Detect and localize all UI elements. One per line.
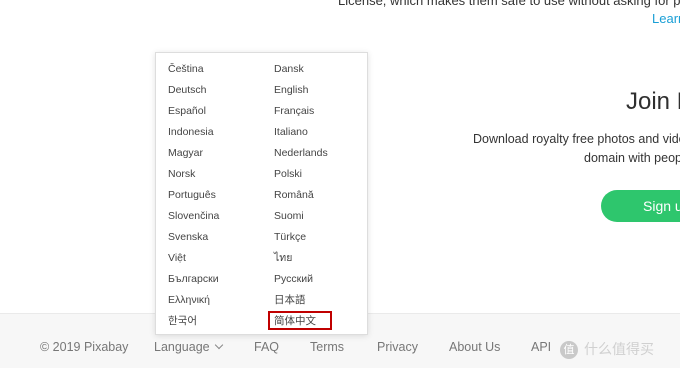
language-option[interactable]: Español: [168, 104, 206, 118]
watermark-badge-icon: 值: [560, 341, 578, 360]
language-label: Language: [154, 340, 210, 354]
language-option[interactable]: Magyar: [168, 146, 203, 160]
language-dropdown-menu: Čeština Dansk Deutsch English Español Fr…: [155, 52, 368, 335]
footer-link-terms[interactable]: Terms: [310, 340, 344, 354]
join-description-line2: domain with peop: [584, 151, 680, 165]
language-option[interactable]: Slovenčina: [168, 209, 219, 223]
join-description-line1: Download royalty free photos and vide: [473, 132, 680, 146]
watermark: 值什么值得买: [560, 339, 654, 360]
language-option[interactable]: 한국어: [168, 314, 197, 328]
language-option[interactable]: Indonesia: [168, 125, 214, 139]
language-option[interactable]: Polski: [274, 167, 302, 181]
learn-more-link[interactable]: Learn: [652, 11, 680, 26]
copyright-text: © 2019 Pixabay: [40, 340, 129, 354]
language-option[interactable]: Ελληνική: [168, 293, 210, 307]
footer-link-faq[interactable]: FAQ: [254, 340, 279, 354]
watermark-text: 什么值得买: [584, 341, 654, 357]
join-heading: Join P: [626, 88, 680, 115]
language-option[interactable]: Italiano: [274, 125, 308, 139]
language-option[interactable]: Türkçe: [274, 230, 306, 244]
language-option[interactable]: Norsk: [168, 167, 195, 181]
footer-link-about-us[interactable]: About Us: [449, 340, 500, 354]
language-option[interactable]: Čeština: [168, 62, 204, 76]
language-option[interactable]: English: [274, 83, 308, 97]
language-option[interactable]: 日本語: [274, 293, 306, 307]
language-option[interactable]: Suomi: [274, 209, 304, 223]
language-option[interactable]: Việt: [168, 251, 186, 265]
language-dropdown-toggle[interactable]: Language: [154, 340, 223, 354]
license-text: License, which makes them safe to use wi…: [338, 0, 680, 8]
footer-link-api[interactable]: API: [531, 340, 551, 354]
language-option[interactable]: Deutsch: [168, 83, 207, 97]
language-option[interactable]: Русский: [274, 272, 313, 286]
language-option[interactable]: Français: [274, 104, 314, 118]
language-option[interactable]: Svenska: [168, 230, 208, 244]
chevron-down-icon: [214, 340, 223, 350]
language-option[interactable]: Română: [274, 188, 314, 202]
language-option[interactable]: Português: [168, 188, 216, 202]
language-option[interactable]: ไทย: [274, 251, 292, 265]
highlight-box: [268, 311, 332, 330]
language-option[interactable]: Nederlands: [274, 146, 328, 160]
sign-up-button[interactable]: Sign up: [601, 190, 680, 222]
footer-link-privacy[interactable]: Privacy: [377, 340, 418, 354]
language-option[interactable]: Български: [168, 272, 219, 286]
language-option[interactable]: Dansk: [274, 62, 304, 76]
sign-up-label: Sign up: [643, 198, 680, 214]
